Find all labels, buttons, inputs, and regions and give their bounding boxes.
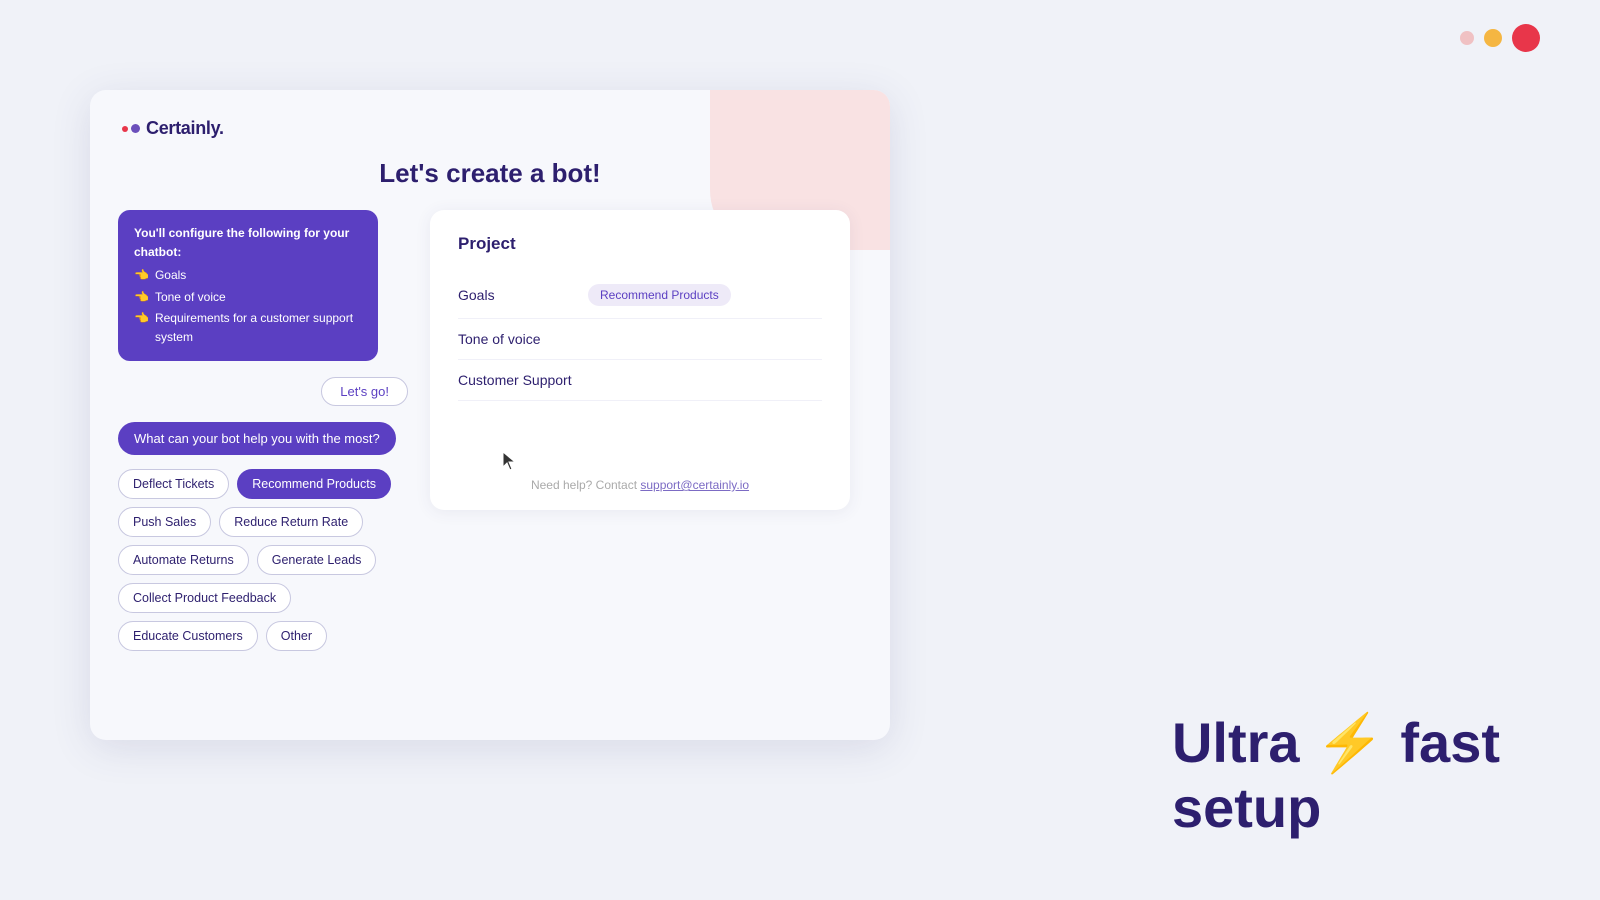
dot-maximize[interactable] xyxy=(1484,29,1502,47)
project-panel-title: Project xyxy=(458,234,822,254)
info-item-tone: 👈 Tone of voice xyxy=(134,288,362,307)
project-row-tone: Tone of voice xyxy=(458,319,822,360)
tagline-fast: fast xyxy=(1385,711,1500,774)
info-item-requirements: 👈 Requirements for a customer support sy… xyxy=(134,309,362,347)
dot-minimize[interactable] xyxy=(1460,31,1474,45)
project-goals-value: Recommend Products xyxy=(588,284,731,306)
requirements-icon: 👈 xyxy=(134,309,149,328)
logo-text: Certainly. xyxy=(146,118,224,139)
choice-recommend-products[interactable]: Recommend Products xyxy=(237,469,391,499)
choice-collect-feedback[interactable]: Collect Product Feedback xyxy=(118,583,291,613)
project-row-goals: Goals Recommend Products xyxy=(458,272,822,319)
tagline-ultra: Ultra xyxy=(1172,711,1315,774)
info-item-tone-text: Tone of voice xyxy=(155,288,226,307)
tagline-line1: Ultra ⚡ fast xyxy=(1172,711,1500,775)
page-title: Let's create a bot! xyxy=(90,158,890,189)
logo-icon xyxy=(122,124,140,133)
info-bubble-intro: You'll configure the following for your … xyxy=(134,224,362,262)
project-goals-label: Goals xyxy=(458,287,588,303)
project-row-support: Customer Support xyxy=(458,360,822,401)
logo-dot-red xyxy=(122,126,128,132)
choice-automate-returns[interactable]: Automate Returns xyxy=(118,545,249,575)
help-prefix: Need help? Contact xyxy=(531,478,640,492)
choice-deflect-tickets[interactable]: Deflect Tickets xyxy=(118,469,229,499)
help-text: Need help? Contact support@certainly.io xyxy=(430,478,850,492)
info-bubble: You'll configure the following for your … xyxy=(118,210,378,361)
project-tone-label: Tone of voice xyxy=(458,331,588,347)
lightning-icon: ⚡ xyxy=(1315,711,1385,774)
tagline-line2: setup xyxy=(1172,776,1500,840)
window-controls xyxy=(1460,24,1540,52)
tagline: Ultra ⚡ fast setup xyxy=(1172,711,1500,840)
project-support-label: Customer Support xyxy=(458,372,588,388)
chat-section: You'll configure the following for your … xyxy=(118,210,408,651)
info-item-goals: 👈 Goals xyxy=(134,266,362,285)
tone-icon: 👈 xyxy=(134,288,149,307)
choice-other[interactable]: Other xyxy=(266,621,327,651)
choice-push-sales[interactable]: Push Sales xyxy=(118,507,211,537)
logo: Certainly. xyxy=(122,118,224,139)
question-bubble: What can your bot help you with the most… xyxy=(118,422,396,455)
choice-buttons: Deflect Tickets Recommend Products Push … xyxy=(118,469,408,651)
help-link[interactable]: support@certainly.io xyxy=(640,478,749,492)
choice-reduce-return-rate[interactable]: Reduce Return Rate xyxy=(219,507,363,537)
logo-dot-purple xyxy=(131,124,140,133)
choice-educate-customers[interactable]: Educate Customers xyxy=(118,621,258,651)
browser-window: Certainly. Let's create a bot! You'll co… xyxy=(90,90,890,740)
dot-close[interactable] xyxy=(1512,24,1540,52)
info-item-requirements-text: Requirements for a customer support syst… xyxy=(155,309,362,347)
choice-generate-leads[interactable]: Generate Leads xyxy=(257,545,377,575)
lets-go-button[interactable]: Let's go! xyxy=(321,377,408,406)
project-panel: Project Goals Recommend Products Tone of… xyxy=(430,210,850,510)
goals-icon: 👈 xyxy=(134,266,149,285)
info-item-goals-text: Goals xyxy=(155,266,186,285)
